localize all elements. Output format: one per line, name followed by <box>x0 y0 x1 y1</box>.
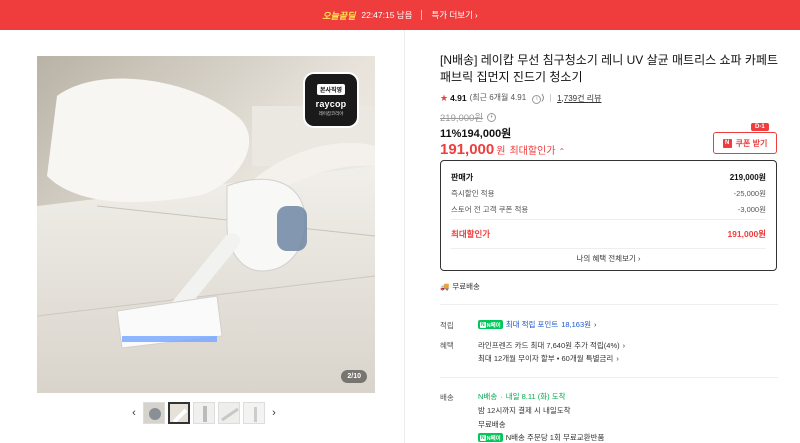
free-shipping: 🚚 무료배송 <box>440 281 480 292</box>
benefit-label: 혜택 <box>440 341 454 350</box>
thumbnail-3[interactable] <box>193 402 215 424</box>
image-counter: 2/10 <box>341 370 367 383</box>
dot: · <box>500 392 503 401</box>
store-coupon-row: 스토어 전 고객 쿠폰 적용 -3,000원 <box>451 205 766 214</box>
benefit-installment-row[interactable]: 최대 12개월 무이자 할부 • 60개월 특별금리 › <box>478 353 619 364</box>
chevron-left-icon[interactable]: ‹ <box>128 407 140 419</box>
banner-divider <box>421 10 423 20</box>
max-price-label: 최대할인가 <box>509 146 556 157</box>
discount-amount: 194,000원 <box>461 128 512 140</box>
original-price: 219,000원 i <box>440 110 497 124</box>
chevron-right-icon: › <box>616 354 619 363</box>
instant-discount-row: 즉시할인 적용 -25,000원 <box>451 189 766 198</box>
banner-timer: 22:47:15 남음 <box>361 10 413 20</box>
coupon-label: 쿠폰 받기 <box>735 138 768 148</box>
delivery-free: 무료배송 <box>478 420 506 429</box>
thumbnail-2[interactable] <box>168 402 190 424</box>
discount-price: 11%194,000원 <box>440 125 511 141</box>
promo-banner[interactable]: 오늘끝딜 22:47:15 남음 특가 더보기 › <box>0 0 800 30</box>
divider <box>451 248 766 249</box>
reviews-link[interactable]: 1,739건 리뷰 <box>557 93 601 104</box>
chevron-right-icon[interactable]: › <box>268 407 280 419</box>
npay-badge: N N페이 <box>478 433 503 442</box>
rating-divider <box>550 94 552 102</box>
thumbnail-4[interactable] <box>218 402 240 424</box>
divider <box>451 219 766 220</box>
sale-price-row: 판매가 219,000원 <box>451 173 766 182</box>
thumbnail-1[interactable] <box>143 402 165 424</box>
chevron-right-icon: › <box>594 320 597 329</box>
chevron-right-icon: › <box>622 341 626 350</box>
benefit-card-row[interactable]: 라인프렌즈 카드 최대 7,640원 추가 적립(4%) › <box>478 340 625 351</box>
coupon-button[interactable]: N 쿠폰 받기 <box>713 132 777 154</box>
coupon-dday-badge: D-1 <box>751 123 769 131</box>
points-text: 최대 적립 포인트 <box>505 320 559 329</box>
chevron-right-icon: › <box>637 254 641 263</box>
delivery-label: 배송 <box>440 393 454 402</box>
thumbnail-strip: ‹ › <box>128 401 280 425</box>
banner-brand: 오늘끝딜 <box>322 10 356 21</box>
points-value: 18,163원 <box>561 320 592 329</box>
product-main-image[interactable]: 본사직영 raycop 레이캅코리아 2/10 <box>37 56 375 393</box>
info-icon[interactable]: i <box>487 112 497 122</box>
truck-icon: 🚚 <box>440 282 450 291</box>
brand-logo: raycop <box>315 98 347 109</box>
banner-more-label: 특가 더보기 <box>431 10 473 20</box>
return-row: N N페이 N배송 주문당 1회 무료교환반품 <box>478 432 604 443</box>
max-discount-row: 최대할인가 191,000원 <box>451 229 766 239</box>
section-divider <box>440 377 778 378</box>
discount-rate: 11% <box>440 128 462 140</box>
delivery-cutoff: 밤 12시까지 결제 시 내일도착 <box>478 406 571 415</box>
naver-n-icon: N <box>722 138 732 148</box>
max-price-value: 191,000 <box>440 141 495 158</box>
free-shipping-label: 무료배송 <box>452 282 480 291</box>
official-store-badge: 본사직영 raycop 레이캅코리아 <box>305 74 357 126</box>
rating-recent: (최근 6개월 4.91 i) <box>469 93 545 104</box>
badge-top-label: 본사직영 <box>316 83 346 95</box>
product-title: [N배송] 레이캅 무선 침구청소기 레니 UV 살균 매트리스 쇼파 카페트 … <box>440 53 779 84</box>
all-benefits-link[interactable]: 나의 혜택 전체보기 › <box>441 253 776 264</box>
chevron-up-icon: ⌃ <box>558 147 566 156</box>
max-price-unit: 원 <box>496 146 506 157</box>
section-divider <box>440 304 778 305</box>
banner-more-link[interactable]: 특가 더보기 › <box>431 9 477 21</box>
chevron-right-icon: › <box>474 10 478 20</box>
thumbnail-5[interactable] <box>243 402 265 424</box>
delivery-arrival-row: N배송 · 내일 8.11 (화) 도착 <box>478 391 566 402</box>
star-icon: ★ <box>440 92 449 103</box>
rating-row: ★ 4.91 (최근 6개월 4.91 i) 1,739건 리뷰 <box>440 92 601 104</box>
rating-score: 4.91 <box>450 93 467 103</box>
badge-sub-label: 레이캅코리아 <box>318 110 344 116</box>
info-icon[interactable]: i <box>532 95 542 104</box>
npay-badge: N N페이 <box>478 320 503 329</box>
column-divider <box>404 30 405 443</box>
points-row[interactable]: N N페이 최대 적립 포인트 18,163원 › <box>478 319 597 330</box>
price-breakdown: 판매가 219,000원 즉시할인 적용 -25,000원 스토어 전 고객 쿠폰 … <box>440 160 777 271</box>
max-discount-price[interactable]: 191,000 원 최대할인가 ⌃ <box>440 141 565 158</box>
return-text: N배송 주문당 1회 무료교환반품 <box>505 433 605 442</box>
nship-label: N배송 <box>478 392 498 401</box>
points-label: 적립 <box>440 321 454 330</box>
arrival-date: 내일 8.11 (화) 도착 <box>505 392 566 401</box>
